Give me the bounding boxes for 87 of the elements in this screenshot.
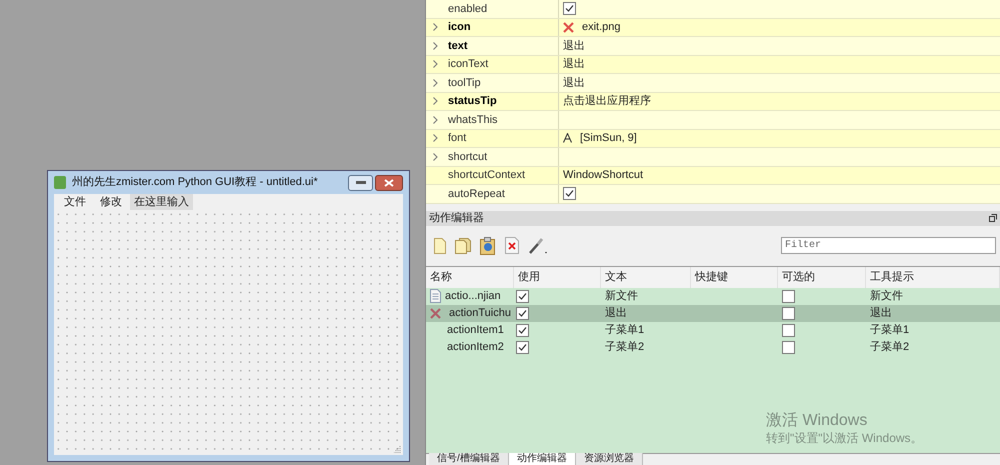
property-name: enabled bbox=[448, 2, 488, 16]
checkable-checkbox[interactable] bbox=[782, 290, 795, 302]
menu-item[interactable]: 修改 bbox=[94, 194, 128, 210]
property-row[interactable]: icon exit.png bbox=[426, 18, 1000, 37]
action-text: 子菜单1 bbox=[605, 324, 644, 336]
column-header[interactable]: 文本 bbox=[601, 266, 691, 288]
checkable-checkbox[interactable] bbox=[782, 324, 795, 336]
property-checkbox[interactable] bbox=[563, 2, 576, 16]
property-row[interactable]: font [SimSun, 9] bbox=[426, 130, 1000, 148]
tooltip-text: 子菜单2 bbox=[870, 340, 910, 353]
action-row[interactable]: actio...njian 新文件 新文件 bbox=[426, 288, 1000, 304]
property-value: 退出 bbox=[563, 57, 585, 72]
property-row[interactable]: toolTip 退出 bbox=[426, 74, 1000, 92]
checkable-checkbox[interactable] bbox=[782, 340, 795, 354]
column-header[interactable]: 使用 bbox=[514, 266, 601, 288]
action-text: 退出 bbox=[605, 306, 627, 319]
tooltip-text: 新文件 bbox=[870, 290, 903, 302]
property-row[interactable]: iconText 退出 bbox=[426, 56, 1000, 74]
property-name: whatsThis bbox=[448, 112, 498, 128]
tooltip-text: 退出 bbox=[870, 306, 892, 319]
font-icon bbox=[563, 133, 572, 144]
column-header[interactable]: 快捷键 bbox=[691, 266, 778, 288]
action-name: actionItem1 bbox=[447, 322, 504, 338]
property-name: statusTip bbox=[448, 94, 497, 109]
used-checkbox[interactable] bbox=[516, 290, 529, 302]
close-button[interactable] bbox=[375, 174, 403, 190]
exit-icon bbox=[430, 308, 441, 318]
window-title: 州的先生zmister.com Python GUI教程 - untitled.ui* bbox=[72, 175, 319, 190]
property-value: 退出 bbox=[563, 38, 585, 54]
app-logo-icon bbox=[54, 176, 66, 189]
panel-tab[interactable]: 资源浏览器 bbox=[576, 453, 643, 465]
property-name: shortcut bbox=[448, 150, 488, 164]
panel-tab[interactable]: 动作编辑器 bbox=[508, 453, 576, 465]
property-name: autoRepeat bbox=[448, 186, 505, 202]
checkable-checkbox[interactable] bbox=[782, 306, 795, 320]
action-row[interactable]: actionItem2 子菜单2 子菜单2 bbox=[426, 338, 1000, 356]
property-value: exit.png bbox=[582, 20, 621, 35]
used-checkbox[interactable] bbox=[516, 324, 529, 336]
action-text: 新文件 bbox=[605, 290, 638, 302]
close-icon bbox=[384, 178, 394, 186]
used-checkbox[interactable] bbox=[516, 306, 529, 320]
action-name: actionTuichu bbox=[449, 306, 511, 321]
property-name: font bbox=[448, 131, 466, 146]
menu-item[interactable]: 文件 bbox=[58, 194, 92, 210]
used-checkbox[interactable] bbox=[516, 340, 529, 354]
action-text: 子菜单2 bbox=[605, 340, 644, 353]
menu-placeholder[interactable]: 在这里输入 bbox=[130, 194, 193, 210]
filter-field[interactable]: Filter bbox=[781, 237, 996, 254]
activation-title: 激活 Windows bbox=[766, 412, 868, 430]
resize-grip-icon bbox=[394, 446, 401, 453]
panel-title: 动作编辑器 bbox=[429, 210, 484, 226]
property-value: 点击退出应用程序 bbox=[563, 94, 651, 109]
property-name: iconText bbox=[448, 57, 488, 72]
copy-icon[interactable] bbox=[455, 238, 471, 254]
property-row[interactable]: enabled bbox=[426, 0, 1000, 18]
minimize-icon bbox=[356, 181, 366, 184]
tooltip-text: 子菜单1 bbox=[870, 324, 910, 336]
property-row[interactable]: shortcut bbox=[426, 148, 1000, 166]
property-name: toolTip bbox=[448, 76, 481, 90]
property-row[interactable]: text 退出 bbox=[426, 37, 1000, 56]
property-row[interactable]: shortcutContext WindowShortcut bbox=[426, 166, 1000, 185]
paste-icon[interactable] bbox=[480, 236, 496, 254]
property-row[interactable]: statusTip 点击退出应用程序 bbox=[426, 92, 1000, 111]
column-header[interactable]: 名称 bbox=[426, 266, 514, 288]
property-value: 退出 bbox=[563, 76, 585, 90]
column-header[interactable]: 工具提示 bbox=[866, 266, 1000, 288]
action-row[interactable]: actionItem1 子菜单1 子菜单1 bbox=[426, 322, 1000, 338]
column-header[interactable]: 可选的 bbox=[778, 266, 866, 288]
delete-icon[interactable] bbox=[505, 237, 519, 254]
action-name: actionItem2 bbox=[447, 340, 504, 355]
activation-message: 转到"设置"以激活 Windows。 bbox=[766, 430, 923, 446]
new-file-icon[interactable] bbox=[434, 238, 446, 254]
minimize-button[interactable] bbox=[348, 174, 373, 190]
property-row[interactable]: whatsThis bbox=[426, 111, 1000, 130]
wrench-icon[interactable] bbox=[528, 236, 548, 254]
property-value: WindowShortcut bbox=[563, 168, 644, 183]
property-value: [SimSun, 9] bbox=[580, 131, 637, 146]
property-name: icon bbox=[448, 20, 471, 35]
property-row[interactable]: autoRepeat bbox=[426, 185, 1000, 204]
action-row[interactable]: actionTuichu 退出 退出 bbox=[426, 304, 1000, 322]
panel-tab[interactable]: 信号/槽编辑器 bbox=[429, 453, 509, 465]
action-name: actio...njian bbox=[445, 288, 501, 304]
exit-icon bbox=[563, 22, 574, 33]
property-checkbox[interactable] bbox=[563, 187, 576, 200]
property-name: text bbox=[448, 38, 468, 54]
float-icon[interactable] bbox=[989, 214, 997, 222]
property-name: shortcutContext bbox=[448, 168, 526, 183]
